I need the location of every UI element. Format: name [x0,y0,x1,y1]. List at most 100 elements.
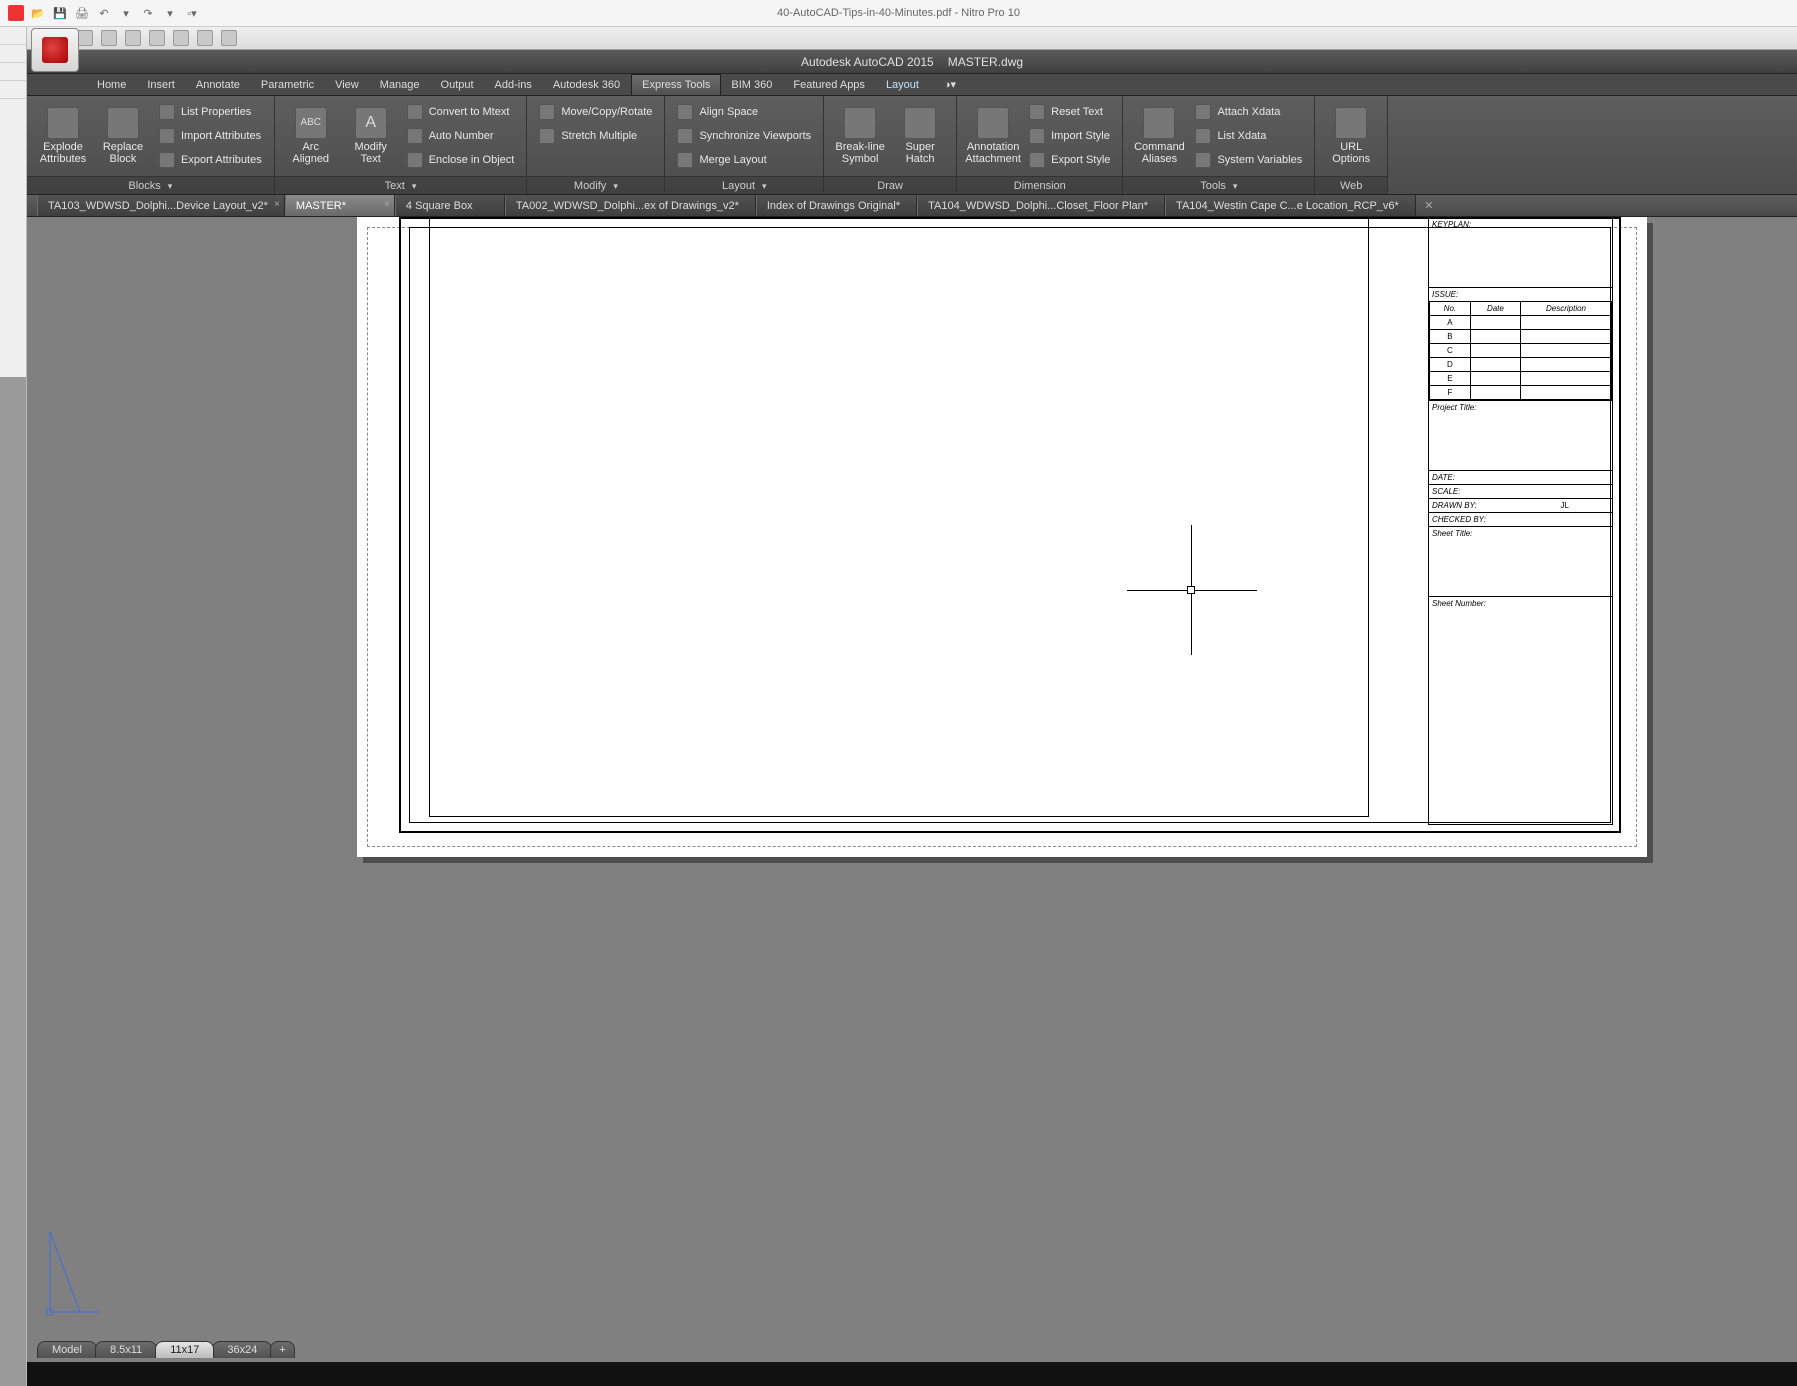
export-attributes-button[interactable]: Export Attributes [153,148,268,172]
issue-table: No.DateDescription A B C D E F [1429,301,1612,400]
model-tab[interactable]: Model [37,1341,97,1358]
list-properties-button[interactable]: List Properties [153,100,268,124]
tab-view[interactable]: View [325,74,370,95]
drawing-canvas[interactable]: KEYPLAN: ISSUE: No.DateDescription A B C… [27,217,1797,1362]
nitro-icon [8,5,24,21]
panel-tools-title[interactable]: Tools [1200,180,1226,192]
close-icon[interactable]: × [384,199,390,210]
explode-attributes-button[interactable]: Explode Attributes [33,98,93,174]
url-options-button[interactable]: URL Options [1321,98,1381,174]
ucs-icon [45,1227,105,1317]
breakline-icon [844,107,876,139]
doc-tab[interactable]: TA104_WDWSD_Dolphi...Closet_Floor Plan* [917,195,1165,216]
attach-xdata-icon [1195,104,1211,120]
sync-icon [677,128,693,144]
import-style-button[interactable]: Import Style [1023,124,1116,148]
open-icon[interactable]: 📂 [30,5,46,21]
tab-annotate[interactable]: Annotate [186,74,251,95]
ribbon-tab-strip: Home Insert Annotate Parametric View Man… [27,74,1797,96]
list-xdata-icon [1195,128,1211,144]
breakline-button[interactable]: Break-line Symbol [830,98,890,174]
auto-number-button[interactable]: Auto Number [401,124,521,148]
undo-icon[interactable]: ↶ [96,5,112,21]
convert-mtext-button[interactable]: Convert to Mtext [401,100,521,124]
drawn-by-label: DRAWN BY: [1432,501,1477,510]
redo-icon[interactable]: ↷ [140,5,156,21]
doc-tab[interactable]: TA002_WDWSD_Dolphi...ex of Drawings_v2* [505,195,756,216]
tab-featured-apps[interactable]: Featured Apps [783,74,876,95]
qat-saveas-icon[interactable] [149,30,165,46]
tab-output[interactable]: Output [431,74,485,95]
annotation-attachment-button[interactable]: Annotation Attachment [963,98,1023,174]
tab-insert[interactable]: Insert [137,74,186,95]
doc-tab[interactable]: 4 Square Box [395,195,505,216]
doc-tab[interactable]: TA104_Westin Cape C...e Location_RCP_v6* [1165,195,1416,216]
globe-icon [1335,107,1367,139]
doc-tab[interactable]: TA103_WDWSD_Dolphi...Device Layout_v2*× [37,195,285,216]
list-icon [159,104,175,120]
export-style-icon [1029,152,1045,168]
tab-manage[interactable]: Manage [370,74,431,95]
new-doc-tab-button[interactable]: ✕ [1416,195,1442,216]
modify-text-icon: A [355,107,387,139]
qat-save-icon[interactable] [125,30,141,46]
new-layout-button[interactable]: + [270,1341,294,1358]
viewport[interactable] [429,217,1369,817]
print-icon[interactable]: 🖨 [74,5,90,21]
tab-express-tools[interactable]: Express Tools [631,74,721,95]
tab-bim360[interactable]: BIM 360 [721,74,783,95]
tab-layout[interactable]: Layout [876,74,930,95]
align-space-button[interactable]: Align Space [671,100,817,124]
app-name: Autodesk AutoCAD 2015 [801,55,934,69]
qat-undo-icon[interactable] [197,30,213,46]
more-icon[interactable]: ▫▾ [184,5,200,21]
panel-text-title[interactable]: Text [385,180,405,192]
panel-web-title: Web [1340,180,1362,192]
qat-open-icon[interactable] [101,30,117,46]
move-copy-rotate-button[interactable]: Move/Copy/Rotate [533,100,658,124]
replace-block-button[interactable]: Replace Block [93,98,153,174]
panel-dimension: Annotation Attachment Reset Text Import … [957,96,1123,194]
import-attributes-button[interactable]: Import Attributes [153,124,268,148]
panel-text: ABCArc Aligned AModify Text Convert to M… [275,96,528,194]
doc-tab[interactable]: Index of Drawings Original* [756,195,917,216]
ribbon-visibility-toggle[interactable]: ◑▾ [930,74,970,95]
tab-autodesk360[interactable]: Autodesk 360 [543,74,631,95]
arc-aligned-button[interactable]: ABCArc Aligned [281,98,341,174]
layout-tab[interactable]: 11x17 [155,1341,214,1358]
panel-modify-title[interactable]: Modify [574,180,606,192]
list-xdata-button[interactable]: List Xdata [1189,124,1308,148]
stretch-multiple-button[interactable]: Stretch Multiple [533,124,658,148]
document-tab-strip: TA103_WDWSD_Dolphi...Device Layout_v2*× … [27,195,1797,217]
save-icon[interactable]: 💾 [52,5,68,21]
panel-draw: Break-line Symbol Super Hatch Draw [824,96,957,194]
superhatch-button[interactable]: Super Hatch [890,98,950,174]
enclose-object-button[interactable]: Enclose in Object [401,148,521,172]
system-variables-button[interactable]: System Variables [1189,148,1308,172]
tab-addins[interactable]: Add-ins [485,74,543,95]
nitro-titlebar: 📂 💾 🖨 ↶ ▾ ↷ ▾ ▫▾ 40-AutoCAD-Tips-in-40-M… [0,0,1797,27]
tab-parametric[interactable]: Parametric [251,74,325,95]
sync-viewports-button[interactable]: Synchronize Viewports [671,124,817,148]
reset-text-button[interactable]: Reset Text [1023,100,1116,124]
titleblock: KEYPLAN: ISSUE: No.DateDescription A B C… [1428,217,1613,825]
panel-blocks-title[interactable]: Blocks [128,180,160,192]
ribbon: Explode Attributes Replace Block List Pr… [27,96,1797,195]
align-icon [677,104,693,120]
tab-home[interactable]: Home [87,74,137,95]
close-icon[interactable]: × [274,199,280,210]
application-menu-button[interactable] [31,28,79,72]
layout-tab[interactable]: 8.5x11 [95,1341,157,1358]
qat-new-icon[interactable] [77,30,93,46]
layout-tab[interactable]: 36x24 [212,1341,272,1358]
export-style-button[interactable]: Export Style [1023,148,1116,172]
qat-redo-icon[interactable] [221,30,237,46]
modify-text-button[interactable]: AModify Text [341,98,401,174]
panel-layout-title[interactable]: Layout [722,180,755,192]
project-title-label: Project Title: [1432,403,1476,412]
doc-tab[interactable]: MASTER*× [285,195,395,216]
qat-plot-icon[interactable] [173,30,189,46]
command-aliases-button[interactable]: Command Aliases [1129,98,1189,174]
merge-layout-button[interactable]: Merge Layout [671,148,817,172]
attach-xdata-button[interactable]: Attach Xdata [1189,100,1308,124]
